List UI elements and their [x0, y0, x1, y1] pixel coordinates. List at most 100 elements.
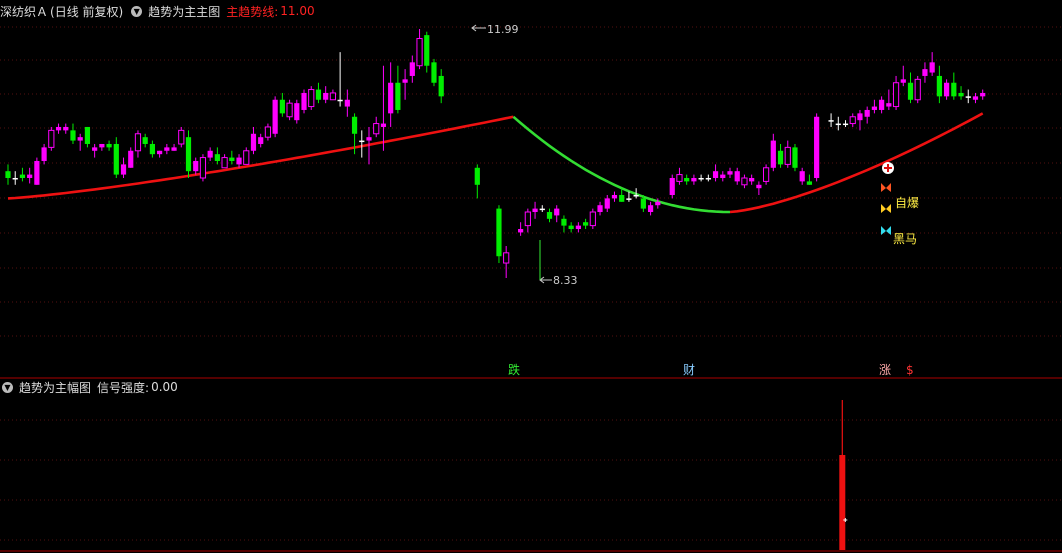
candle — [604, 195, 610, 213]
candle — [892, 75, 900, 110]
candle-body — [395, 82, 401, 110]
candle-body — [250, 133, 257, 151]
candle-body — [474, 167, 480, 185]
candle-body — [568, 225, 574, 230]
candle — [19, 167, 26, 182]
candle — [944, 79, 950, 100]
marker-cai: 财 — [683, 363, 695, 377]
candle-body — [583, 222, 589, 226]
candle — [92, 143, 98, 158]
candle — [264, 123, 272, 141]
candle-body — [178, 129, 185, 145]
candle-body — [734, 171, 740, 182]
candle — [965, 89, 971, 104]
candle-body — [286, 102, 293, 118]
candle — [770, 133, 776, 172]
candle-body — [323, 92, 329, 100]
candle-body — [199, 157, 207, 179]
marker-zhang: 涨 — [879, 362, 891, 377]
candle-body — [835, 123, 841, 126]
candle-body — [518, 229, 524, 233]
candle-body — [676, 174, 683, 182]
candle-body — [279, 99, 285, 114]
candle-body — [5, 171, 11, 178]
candle-body — [691, 177, 697, 182]
candle — [756, 181, 762, 195]
low-arrow — [539, 276, 552, 284]
candlestick-chart[interactable]: 11.99 8.33 自爆 黑马 跌 财 涨 $ — [0, 0, 1062, 553]
candle-body — [402, 79, 408, 83]
candle — [308, 86, 315, 110]
butterfly-icon — [881, 204, 891, 213]
candle-body — [373, 123, 380, 135]
candle — [474, 164, 480, 199]
candle — [229, 150, 235, 165]
signal-pane — [839, 400, 848, 550]
candle — [589, 208, 596, 230]
candle — [77, 133, 83, 151]
candle-body — [684, 177, 690, 182]
candle-body — [539, 208, 545, 211]
candle-body — [438, 75, 444, 97]
candle-body — [980, 92, 986, 97]
candle-body — [99, 143, 105, 148]
candle-body — [936, 75, 942, 97]
candle — [806, 174, 813, 185]
candle — [250, 126, 257, 155]
candle — [395, 65, 401, 114]
marker-dollar: $ — [906, 363, 914, 377]
candle-body — [70, 130, 76, 141]
candle-body — [777, 150, 784, 165]
candle — [409, 55, 415, 83]
candle-body — [77, 137, 83, 141]
candle — [727, 167, 733, 178]
candle — [777, 143, 784, 168]
candle — [63, 123, 69, 134]
candle-body — [900, 79, 906, 83]
candle — [597, 201, 603, 216]
candle — [669, 174, 675, 199]
candle — [907, 72, 914, 104]
candle — [84, 126, 91, 148]
candle — [438, 69, 444, 104]
candle — [568, 222, 574, 233]
candle-body — [749, 177, 755, 182]
candle — [849, 113, 856, 127]
candle — [712, 164, 719, 182]
candle-body — [561, 218, 567, 226]
candles — [5, 29, 986, 278]
candle — [676, 167, 683, 185]
candle — [922, 62, 928, 83]
candle-body — [142, 137, 148, 144]
candle-body — [914, 78, 921, 101]
candle-body — [965, 96, 971, 98]
candle — [980, 89, 986, 100]
candle-body — [106, 143, 112, 148]
candle-body — [84, 126, 91, 144]
candle — [749, 174, 755, 185]
candle — [301, 89, 307, 114]
candle — [958, 86, 964, 100]
candle-body — [27, 174, 33, 178]
candle — [323, 86, 329, 104]
candle — [431, 58, 437, 87]
candle-body — [258, 137, 264, 144]
butterfly-icon — [881, 226, 891, 235]
candle-body — [12, 177, 18, 180]
candle-body — [359, 140, 365, 143]
candle — [914, 75, 921, 104]
candle — [134, 130, 142, 158]
candle-body — [705, 177, 711, 180]
candle-body — [214, 154, 220, 161]
candle — [344, 89, 350, 117]
candle-body — [849, 116, 856, 125]
candle-body — [828, 120, 834, 122]
candle — [496, 205, 502, 264]
candle-body — [871, 106, 877, 110]
candle — [698, 174, 704, 182]
candle-body — [329, 92, 336, 101]
candle-body — [524, 211, 531, 227]
candle — [5, 164, 11, 185]
candle-body — [907, 82, 914, 100]
candle-body — [41, 147, 47, 161]
